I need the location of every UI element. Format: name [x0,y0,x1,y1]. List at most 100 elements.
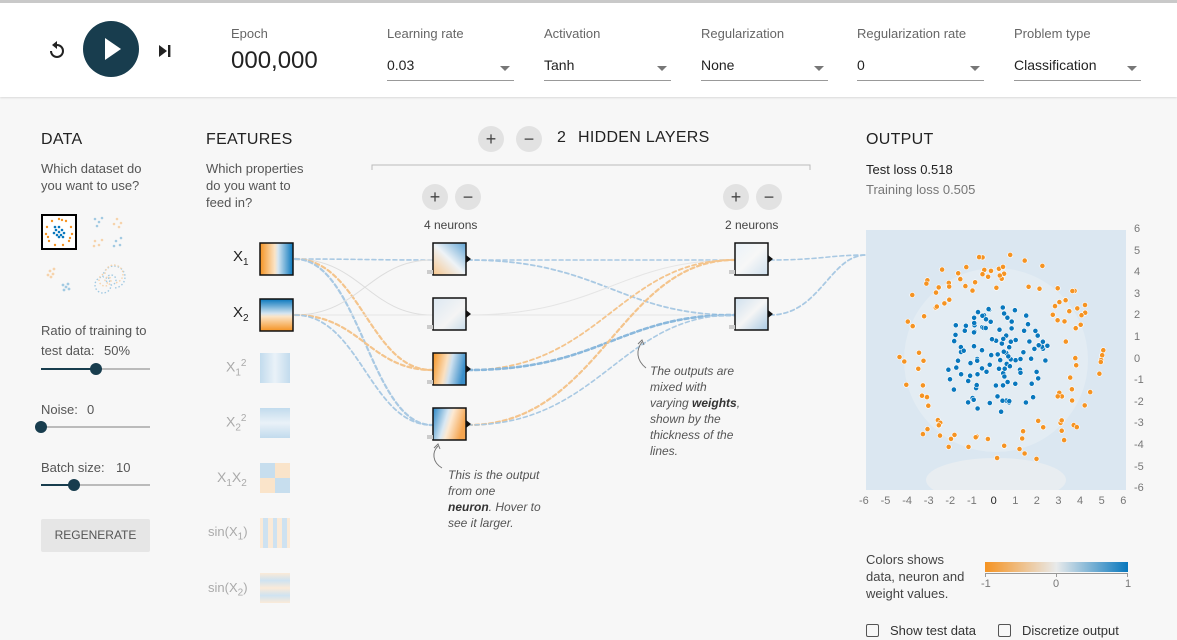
data-point [1017,369,1024,376]
x-tick-label: 1 [1012,495,1019,507]
add-neuron-layer2-button[interactable]: + [723,184,749,210]
feature-node-x1-squared[interactable] [260,353,290,383]
data-point [1016,446,1023,452]
data-point [1097,359,1104,365]
data-point [988,352,995,358]
feature-node-x2[interactable] [259,298,294,332]
neuron-layer1-3[interactable] [427,352,471,386]
y-tick-label: 4 [1134,266,1141,279]
data-point [945,443,952,450]
neuron-layer1-2[interactable] [427,297,471,331]
add-layer-button[interactable]: + [478,126,504,152]
data-point [1001,365,1008,372]
data-point [904,318,911,325]
data-point [1007,338,1014,345]
x-tick-label: -5 [880,495,891,507]
neuron-layer2-1[interactable] [729,242,773,276]
data-point [955,270,962,277]
data-point [958,371,964,378]
show-test-data-label: Show test data [890,623,976,638]
data-point [1028,355,1034,362]
data-point [963,264,970,270]
neuron-layer1-1[interactable] [427,242,471,276]
feature-node-x1x2[interactable] [260,463,290,493]
data-point [896,354,903,360]
remove-layer-button[interactable]: − [516,126,542,152]
connection-links [293,254,867,427]
data-point [1058,417,1065,424]
data-point [909,292,916,298]
data-point [988,268,994,274]
x-tick-label: 2 [1033,495,1040,507]
data-point [1033,455,1040,462]
data-point [1031,346,1038,352]
data-point [1020,428,1026,435]
data-point [963,322,969,329]
data-point [1039,338,1046,345]
data-point [985,306,992,312]
data-point [1011,307,1018,314]
legend-mid-label: 0 [1053,578,1060,590]
data-point [1017,356,1024,362]
data-point [994,393,1001,400]
data-point [1006,344,1013,351]
checkbox-box[interactable] [866,624,879,637]
data-point [916,349,922,356]
remove-neuron-layer1-button[interactable]: − [455,184,481,210]
data-point [1054,317,1061,324]
data-point [937,432,943,439]
data-point [924,394,930,400]
data-point [1025,283,1032,290]
feature-node-sin-x1[interactable] [260,518,290,548]
data-point [965,399,971,406]
data-point [1026,338,1033,345]
add-neuron-layer1-button[interactable]: + [422,184,448,210]
data-point [939,266,945,273]
feature-node-x2-squared[interactable] [260,408,290,438]
data-point [979,271,986,278]
data-point [1039,263,1046,269]
legend-max-label: 1 [1125,578,1132,590]
remove-neuron-layer2-button[interactable]: − [756,184,782,210]
y-tick-label: 3 [1134,287,1141,300]
output-heatmap[interactable] [866,230,1126,490]
data-point [993,284,1000,291]
y-tick-label: -5 [1134,460,1144,473]
note-line: thickness of the [650,428,734,442]
data-point [969,287,976,294]
data-point [1077,321,1084,328]
training-loss-label: Training loss [866,182,940,197]
feature-node-sin-x2[interactable] [260,573,290,603]
data-point [957,276,964,282]
data-point [1061,318,1068,325]
data-point [935,422,942,429]
data-point [915,365,922,372]
test-loss: Test loss 0.518 [866,162,953,177]
neuron-layer2-2[interactable] [729,297,773,331]
y-tick-label: -3 [1134,417,1144,430]
data-point [1049,311,1056,318]
y-tick-label: 0 [1134,352,1141,365]
data-point [941,300,948,307]
data-point [947,376,953,383]
data-point [1028,380,1035,387]
data-point [1012,337,1019,343]
checkbox-box[interactable] [998,624,1011,637]
data-point [983,368,990,375]
feature-node-x1[interactable] [259,242,294,276]
data-point [952,332,959,338]
data-point [997,357,1004,364]
legend-min-label: -1 [981,578,991,590]
data-point [1082,302,1088,308]
test-loss-label: Test loss [866,162,917,177]
data-point [1019,435,1026,442]
data-point [1023,312,1030,319]
x-tick-label: -2 [945,495,956,507]
data-point [989,336,995,343]
x-tick-label: -4 [902,495,912,507]
data-point [994,455,1000,461]
data-point [1042,357,1049,364]
legend-text-line2: data, neuron and [866,569,965,584]
color-scale-tick [1127,573,1128,577]
neuron-layer1-4[interactable] [427,407,471,441]
